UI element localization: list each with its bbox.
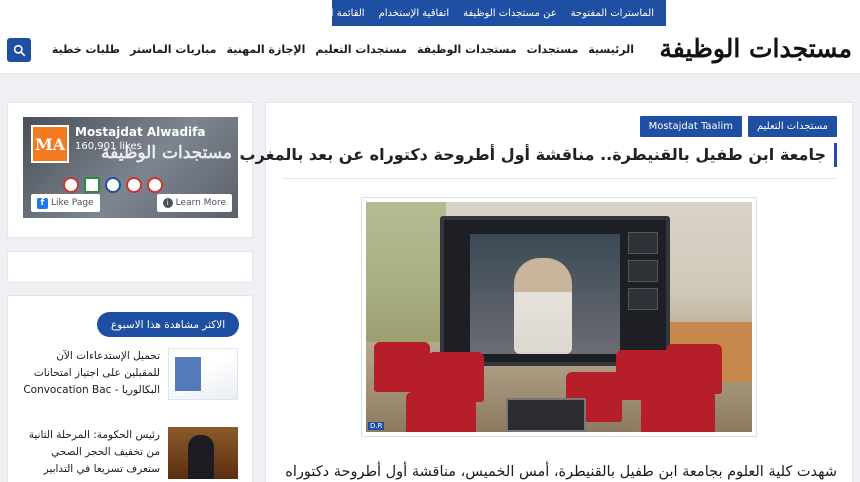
info-icon: i [162, 198, 173, 208]
projection-screen [440, 216, 670, 366]
article-body: شهدت كلية العلوم بجامعة ابن طفيل بالقنيط… [285, 464, 837, 480]
empty-widget [7, 251, 253, 283]
red-chair [666, 344, 722, 394]
video-conference-photo: D.R [366, 202, 752, 432]
article-image: D.R [361, 197, 757, 437]
nav-item-news[interactable]: مستجدات [527, 43, 579, 56]
facebook-page-name[interactable]: Mostajdat Alwadifa [75, 125, 205, 139]
site-header: مستجدات الوظيفة الرئيسية مستجدات مستجدات… [0, 26, 860, 74]
popular-posts-widget: الاكثر مشاهدة هذا الاسبوع تحميل الإستدعا… [7, 295, 253, 482]
post-thumbnail[interactable] [168, 348, 238, 400]
search-button[interactable] [7, 38, 31, 62]
emblem-icon [147, 177, 163, 193]
popular-post[interactable]: رئيس الحكومة: المرحلة الثانية من تخفيف ا… [26, 427, 238, 479]
red-chair [406, 392, 476, 432]
top-links: الماسترات المفتوحة عن مستجدات الوظيفة ات… [303, 0, 654, 26]
laptop [506, 398, 586, 432]
facebook-widget: MA Mostajdat Alwadifa 160,901 likes مستج… [7, 102, 253, 238]
top-bar: الماسترات المفتوحة عن مستجدات الوظيفة ات… [0, 0, 860, 26]
popular-post[interactable]: تحميل الإستدعاءات الآن للمقبلين على اجتي… [23, 348, 238, 400]
candidate-figure [514, 258, 572, 354]
nav-item-pro-license[interactable]: الإجازة المهنية [226, 43, 305, 56]
popular-post-title[interactable]: رئيس الحكومة: المرحلة الثانية من تخفيف ا… [22, 427, 160, 479]
tag-education-news[interactable]: مستجدات التعليم [747, 116, 837, 137]
article-title: جامعة ابن طفيل بالقنيطرة.. مناقشة أول أط… [240, 143, 837, 167]
facebook-page-card[interactable]: MA Mostajdat Alwadifa 160,901 likes مستج… [23, 117, 238, 218]
participant-tile [628, 288, 658, 310]
page-logo: MA [31, 125, 69, 163]
facebook-icon: f [37, 197, 48, 209]
top-link-mailing-list[interactable]: القائمة البريدية [303, 8, 365, 19]
cover-arabic-text: مستجدات الوظيفة [100, 143, 232, 163]
popular-heading: الاكثر مشاهدة هذا الاسبوع [97, 312, 240, 337]
top-link-terms[interactable]: اتفاقية الإستخدام [379, 8, 450, 19]
participant-tile [628, 232, 658, 254]
tag-mostajdat-taalim[interactable]: Mostajdat Taalim [639, 116, 742, 137]
article-tags: مستجدات التعليم Mostajdat Taalim [639, 116, 837, 137]
like-page-label: Like Page [51, 198, 94, 208]
image-credit: D.R [368, 422, 385, 430]
emblem-icon [126, 177, 142, 193]
nav-item-master-exams[interactable]: مباريات الماستر [130, 43, 216, 56]
main-nav: الرئيسية مستجدات مستجدات الوظيفة مستجدات… [52, 43, 634, 56]
window-light [366, 202, 446, 342]
nav-item-home[interactable]: الرئيسية [588, 43, 634, 56]
emblem-icon [105, 177, 121, 193]
site-logo[interactable]: مستجدات الوظيفة [659, 34, 853, 63]
divider [282, 178, 837, 179]
learn-more-button[interactable]: i Learn More [156, 194, 232, 212]
top-link-about[interactable]: عن مستجدات الوظيفة [463, 8, 557, 19]
participant-tile [628, 260, 658, 282]
cover-emblems [63, 177, 163, 193]
red-chair [374, 342, 430, 392]
nav-item-written-requests[interactable]: طلبات خطية [52, 43, 120, 56]
nav-item-education[interactable]: مستجدات التعليم [315, 43, 407, 56]
popular-post-title[interactable]: تحميل الإستدعاءات الآن للمقبلين على اجتي… [22, 348, 160, 400]
nav-item-jobs[interactable]: مستجدات الوظيفة [417, 43, 517, 56]
learn-more-label: Learn More [175, 198, 226, 208]
post-thumbnail[interactable] [168, 427, 238, 479]
emblem-icon [63, 177, 79, 193]
like-page-button[interactable]: f Like Page [31, 194, 100, 212]
search-icon [13, 44, 25, 56]
top-link-open-masters[interactable]: الماسترات المفتوحة [571, 8, 654, 19]
screen-video-feed [470, 234, 620, 354]
emblem-icon [84, 177, 100, 193]
red-chair [641, 390, 715, 432]
